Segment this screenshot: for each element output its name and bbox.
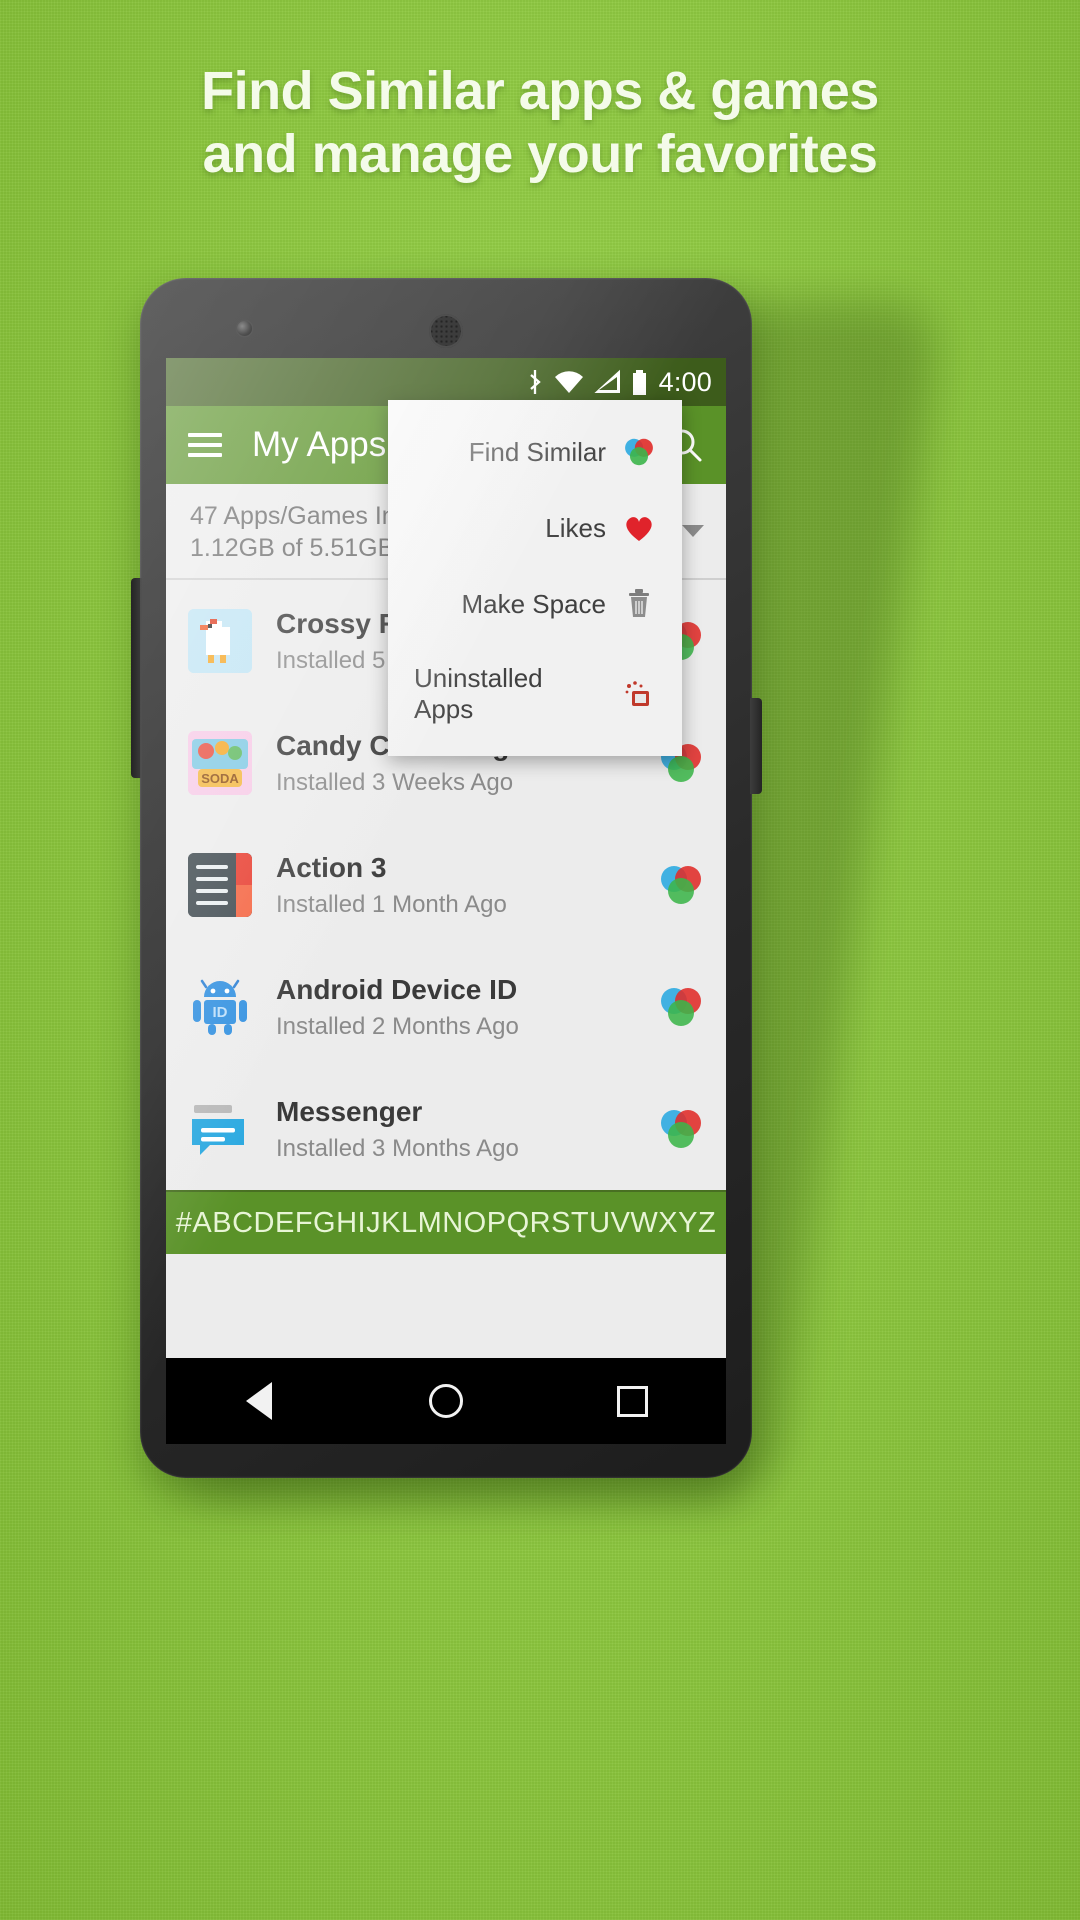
list-item[interactable]: ID Android Device ID Installed 2 Months … bbox=[166, 946, 726, 1068]
wifi-icon bbox=[554, 371, 583, 393]
app-install-date: Installed 2 Months Ago bbox=[276, 1012, 519, 1040]
back-button[interactable] bbox=[234, 1376, 284, 1426]
power-button[interactable] bbox=[750, 698, 762, 794]
earpiece-speaker-icon bbox=[429, 314, 463, 348]
list-item[interactable]: Messenger Installed 3 Months Ago bbox=[166, 1068, 726, 1190]
menu-item-label: Likes bbox=[545, 512, 606, 543]
trash-icon bbox=[622, 587, 656, 621]
menu-item-uninstalled-apps[interactable]: Uninstalled Apps bbox=[388, 642, 682, 746]
phone-device-frame: 4:00 My Apps 47 Apps/Games Installed 1.1… bbox=[131, 278, 762, 1478]
android-navigation-bar bbox=[166, 1358, 726, 1444]
menu-item-likes[interactable]: Likes bbox=[388, 490, 682, 566]
status-bar: 4:00 bbox=[166, 358, 726, 406]
chevron-down-icon[interactable] bbox=[682, 525, 704, 537]
svg-text:SODA: SODA bbox=[201, 771, 239, 786]
promo-headline: Find Similar apps & games and manage you… bbox=[0, 60, 1080, 185]
app-name: Android Device ID bbox=[276, 974, 518, 1006]
menu-item-label: Make Space bbox=[461, 588, 606, 619]
alpha-index-bar[interactable]: #ABCDEFGHIJKLMNOPQRSTUVWXYZ bbox=[166, 1190, 726, 1254]
status-bar-clock: 4:00 bbox=[658, 366, 712, 397]
menu-item-make-space[interactable]: Make Space bbox=[388, 566, 682, 642]
signal-icon bbox=[594, 369, 620, 393]
app-install-date: Installed 1 Month Ago bbox=[276, 890, 507, 918]
action-3-icon bbox=[188, 853, 252, 917]
svg-text:ID: ID bbox=[213, 1004, 228, 1021]
overflow-dropdown-menu: Find Similar Likes Make Space Uninstalle… bbox=[388, 400, 682, 756]
bluetooth-icon bbox=[529, 370, 541, 394]
volume-button[interactable] bbox=[131, 578, 142, 778]
battery-icon bbox=[632, 369, 646, 395]
venn-diagram-icon bbox=[622, 435, 656, 469]
menu-item-find-similar[interactable]: Find Similar bbox=[388, 414, 682, 490]
recents-button[interactable] bbox=[608, 1376, 658, 1426]
front-camera-icon bbox=[237, 321, 252, 336]
menu-item-label: Find Similar bbox=[468, 436, 606, 467]
venn-diagram-icon[interactable] bbox=[658, 986, 704, 1028]
crossy-road-icon bbox=[188, 609, 252, 673]
alpha-index-letters[interactable]: #ABCDEFGHIJKLMNOPQRSTUVWXYZ bbox=[176, 1207, 716, 1240]
candy-crush-icon: SODA bbox=[188, 731, 252, 795]
android-device-id-icon: ID bbox=[188, 975, 252, 1039]
home-button[interactable] bbox=[421, 1376, 471, 1426]
venn-diagram-icon[interactable] bbox=[658, 1108, 704, 1150]
app-name: Action 3 bbox=[276, 852, 387, 884]
messenger-icon bbox=[188, 1097, 252, 1161]
app-install-date: Installed 3 Weeks Ago bbox=[276, 768, 514, 796]
phone-screen: 4:00 My Apps 47 Apps/Games Installed 1.1… bbox=[166, 358, 726, 1358]
hamburger-menu-icon[interactable] bbox=[188, 433, 222, 457]
page-title: My Apps bbox=[252, 425, 387, 464]
venn-diagram-icon[interactable] bbox=[658, 864, 704, 906]
app-install-date: Installed 3 Months Ago bbox=[276, 1134, 519, 1162]
list-item[interactable]: Action 3 Installed 1 Month Ago bbox=[166, 824, 726, 946]
app-name: Messenger bbox=[276, 1096, 423, 1128]
headline-line-2: and manage your favorites bbox=[202, 123, 878, 184]
menu-item-label: Uninstalled Apps bbox=[414, 663, 543, 724]
heart-icon bbox=[622, 511, 656, 545]
headline-line-1: Find Similar apps & games bbox=[201, 61, 879, 121]
uninstall-icon bbox=[622, 677, 656, 711]
